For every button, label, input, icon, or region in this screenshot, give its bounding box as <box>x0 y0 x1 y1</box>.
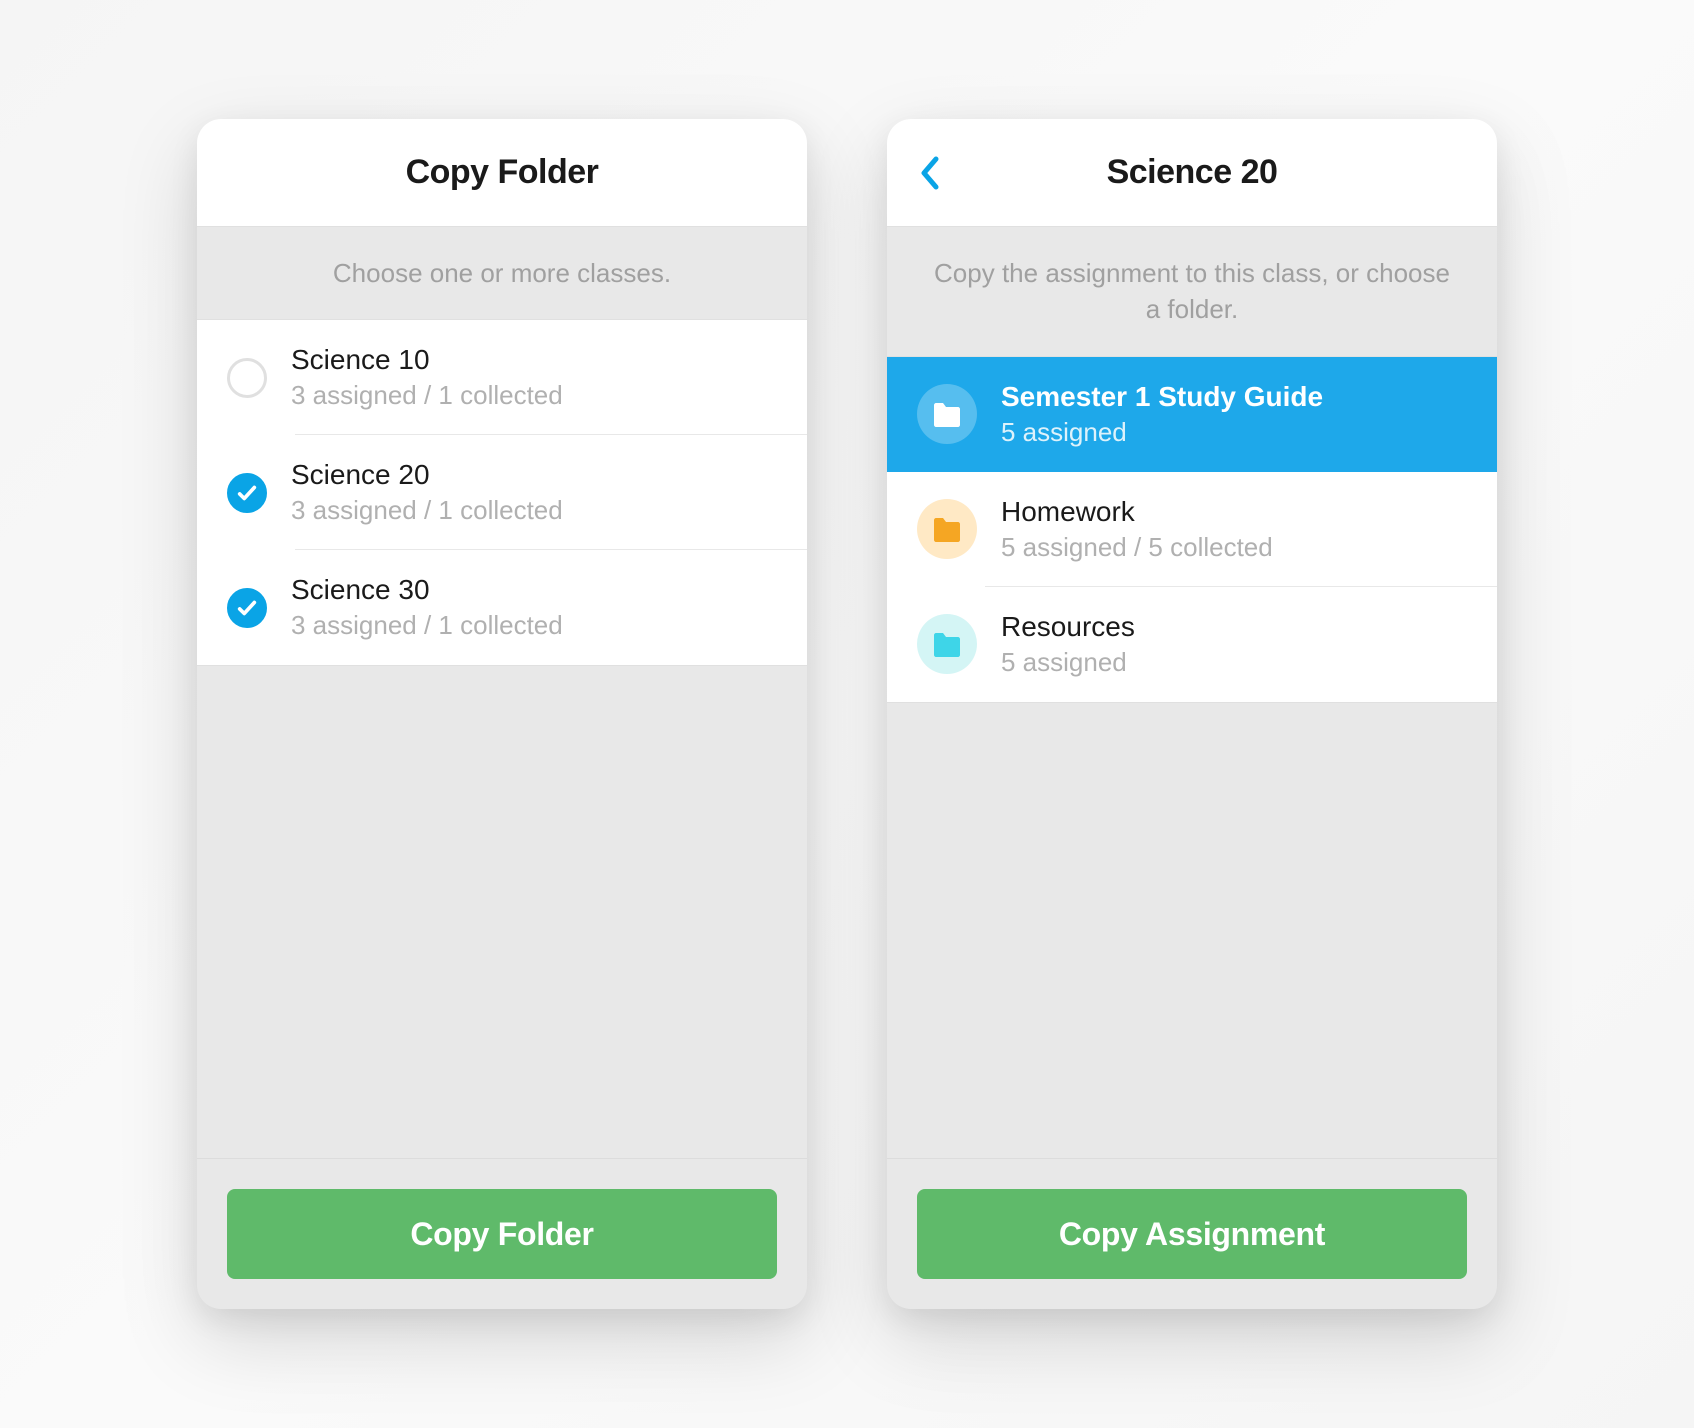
item-text: Resources 5 assigned <box>1001 611 1135 678</box>
footer: Copy Assignment <box>887 1158 1497 1309</box>
copy-folder-button[interactable]: Copy Folder <box>227 1189 777 1279</box>
folder-item-semester-1[interactable]: Semester 1 Study Guide 5 assigned <box>887 357 1497 472</box>
folder-icon <box>932 401 962 427</box>
folder-list: Semester 1 Study Guide 5 assigned Homewo… <box>887 356 1497 703</box>
copy-assignment-button[interactable]: Copy Assignment <box>917 1189 1467 1279</box>
instruction-text: Copy the assignment to this class, or ch… <box>887 227 1497 356</box>
item-text: Science 20 3 assigned / 1 collected <box>291 459 563 526</box>
class-stats: 3 assigned / 1 collected <box>291 495 563 526</box>
item-text: Semester 1 Study Guide 5 assigned <box>1001 381 1323 448</box>
checkmark-icon <box>236 482 258 504</box>
folder-stats: 5 assigned / 5 collected <box>1001 532 1273 563</box>
page-title: Copy Folder <box>406 153 599 192</box>
class-name: Science 20 <box>291 459 563 491</box>
class-name: Science 10 <box>291 344 563 376</box>
class-stats: 3 assigned / 1 collected <box>291 610 563 641</box>
checkmark-icon <box>236 597 258 619</box>
chevron-left-icon <box>920 156 940 190</box>
class-name: Science 30 <box>291 574 563 606</box>
header: Copy Folder <box>197 119 807 227</box>
folder-item-resources[interactable]: Resources 5 assigned <box>887 587 1497 702</box>
folder-icon-wrapper <box>917 614 977 674</box>
class-item-science-10[interactable]: Science 10 3 assigned / 1 collected <box>197 320 807 435</box>
item-text: Science 30 3 assigned / 1 collected <box>291 574 563 641</box>
folder-name: Semester 1 Study Guide <box>1001 381 1323 413</box>
radio-unchecked-icon <box>227 358 267 398</box>
item-text: Homework 5 assigned / 5 collected <box>1001 496 1273 563</box>
spacer <box>887 703 1497 1158</box>
folder-name: Resources <box>1001 611 1135 643</box>
page-title: Science 20 <box>1107 153 1278 192</box>
back-button[interactable] <box>915 151 945 195</box>
folder-icon <box>932 516 962 542</box>
folder-icon-wrapper <box>917 499 977 559</box>
class-stats: 3 assigned / 1 collected <box>291 380 563 411</box>
folder-stats: 5 assigned <box>1001 417 1323 448</box>
header: Science 20 <box>887 119 1497 227</box>
folder-name: Homework <box>1001 496 1273 528</box>
class-item-science-20[interactable]: Science 20 3 assigned / 1 collected <box>197 435 807 550</box>
folder-icon <box>932 631 962 657</box>
folder-icon-wrapper <box>917 384 977 444</box>
spacer <box>197 666 807 1158</box>
instruction-text: Choose one or more classes. <box>197 227 807 319</box>
folder-stats: 5 assigned <box>1001 647 1135 678</box>
radio-checked-icon <box>227 473 267 513</box>
footer: Copy Folder <box>197 1158 807 1309</box>
radio-checked-icon <box>227 588 267 628</box>
class-list: Science 10 3 assigned / 1 collected Scie… <box>197 319 807 666</box>
folder-item-homework[interactable]: Homework 5 assigned / 5 collected <box>887 472 1497 587</box>
copy-assignment-screen: Science 20 Copy the assignment to this c… <box>887 119 1497 1309</box>
class-item-science-30[interactable]: Science 30 3 assigned / 1 collected <box>197 550 807 665</box>
item-text: Science 10 3 assigned / 1 collected <box>291 344 563 411</box>
copy-folder-screen: Copy Folder Choose one or more classes. … <box>197 119 807 1309</box>
